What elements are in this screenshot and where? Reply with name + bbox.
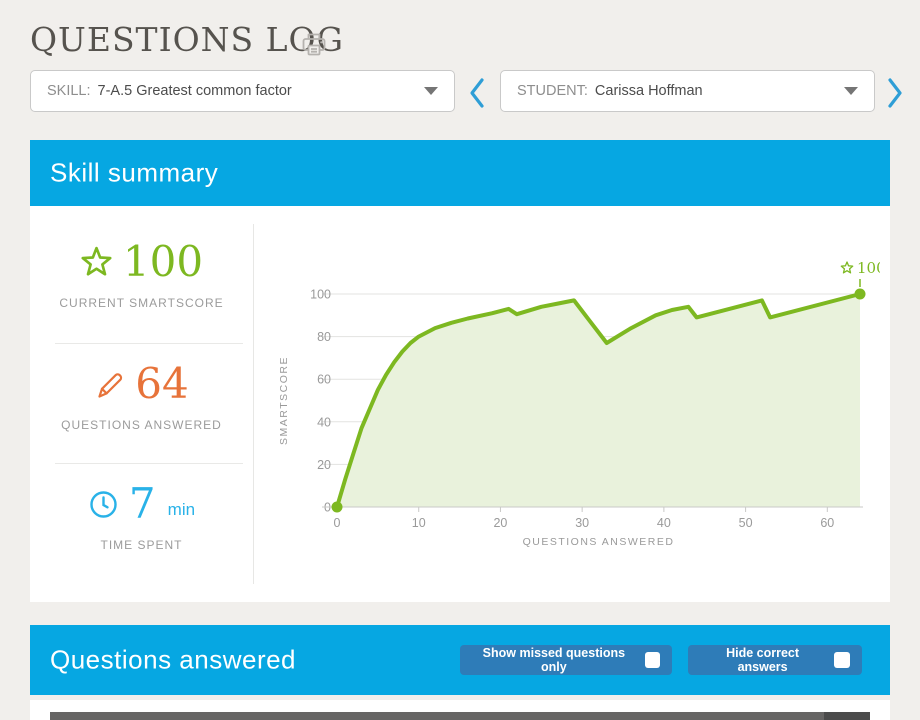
show-missed-questions-label: Show missed questions only (472, 646, 636, 674)
questions-log-page: QUESTIONS LOG SKILL: 7-A.5 Greatest comm… (0, 0, 920, 720)
chevron-right-icon (884, 76, 906, 110)
current-smartscore-stat: 100 (30, 236, 253, 288)
time-spent-value: 7 (129, 483, 156, 525)
questions-answered-title: Questions answered (50, 645, 296, 676)
hide-correct-answers-checkbox[interactable] (834, 652, 850, 668)
svg-text:10: 10 (412, 516, 426, 530)
clock-icon (88, 489, 119, 520)
previous-student-button[interactable] (466, 76, 488, 110)
svg-text:100: 100 (310, 288, 331, 302)
skill-summary-header-bar: Skill summary (30, 140, 890, 206)
table-header-dark-segment (824, 712, 870, 720)
svg-text:0: 0 (334, 516, 341, 530)
caret-down-icon (844, 87, 858, 95)
skill-dropdown-value: 7-A.5 Greatest common factor (98, 83, 292, 99)
time-spent-unit: min (168, 500, 195, 520)
time-spent-stat: 7 min (30, 478, 253, 530)
next-student-button[interactable] (884, 76, 906, 110)
svg-text:60: 60 (317, 373, 331, 387)
svg-text:60: 60 (820, 516, 834, 530)
smartscore-label: CURRENT SMARTSCORE (30, 296, 253, 310)
skill-dropdown[interactable]: SKILL: 7-A.5 Greatest common factor (30, 70, 455, 112)
caret-down-icon (424, 87, 438, 95)
svg-text:40: 40 (317, 415, 331, 429)
questions-answered-label: QUESTIONS ANSWERED (30, 418, 253, 432)
svg-text:20: 20 (317, 458, 331, 472)
stat-divider (55, 343, 243, 344)
page-title: QUESTIONS LOG (30, 20, 344, 59)
printer-icon (299, 31, 329, 59)
smartscore-value: 100 (123, 241, 203, 283)
pencil-icon (94, 369, 125, 400)
svg-text:SMARTSCORE: SMARTSCORE (278, 356, 290, 445)
chevron-left-icon (466, 76, 488, 110)
student-dropdown-value: Carissa Hoffman (595, 83, 703, 99)
svg-text:80: 80 (317, 330, 331, 344)
svg-text:100: 100 (857, 259, 880, 277)
svg-text:50: 50 (739, 516, 753, 530)
show-missed-questions-toggle[interactable]: Show missed questions only (460, 645, 672, 675)
questions-answered-header-bar: Questions answered Show missed questions… (30, 625, 890, 695)
star-icon (80, 246, 113, 278)
skill-summary-title: Skill summary (50, 158, 218, 189)
stats-chart-divider (253, 224, 254, 584)
stat-divider (55, 463, 243, 464)
hide-correct-answers-label: Hide correct answers (700, 646, 825, 674)
skill-summary-panel: 100 CURRENT SMARTSCORE 64 QUESTIONS ANSW… (30, 206, 890, 602)
student-dropdown[interactable]: STUDENT: Carissa Hoffman (500, 70, 875, 112)
questions-answered-value: 64 (135, 363, 188, 405)
questions-table-panel (30, 700, 890, 720)
student-dropdown-label: STUDENT: (517, 83, 588, 99)
questions-answered-stat: 64 (30, 358, 253, 410)
skill-dropdown-label: SKILL: (47, 83, 91, 99)
show-missed-questions-checkbox[interactable] (645, 652, 660, 668)
svg-text:40: 40 (657, 516, 671, 530)
hide-correct-answers-toggle[interactable]: Hide correct answers (688, 645, 862, 675)
svg-text:QUESTIONS ANSWERED: QUESTIONS ANSWERED (523, 536, 675, 548)
svg-text:20: 20 (493, 516, 507, 530)
svg-text:30: 30 (575, 516, 589, 530)
print-button[interactable] (299, 31, 329, 59)
smartscore-chart: 0204060801000102030405060100QUESTIONS AN… (270, 240, 880, 570)
time-spent-label: TIME SPENT (30, 538, 253, 552)
table-header-bar (50, 712, 870, 720)
